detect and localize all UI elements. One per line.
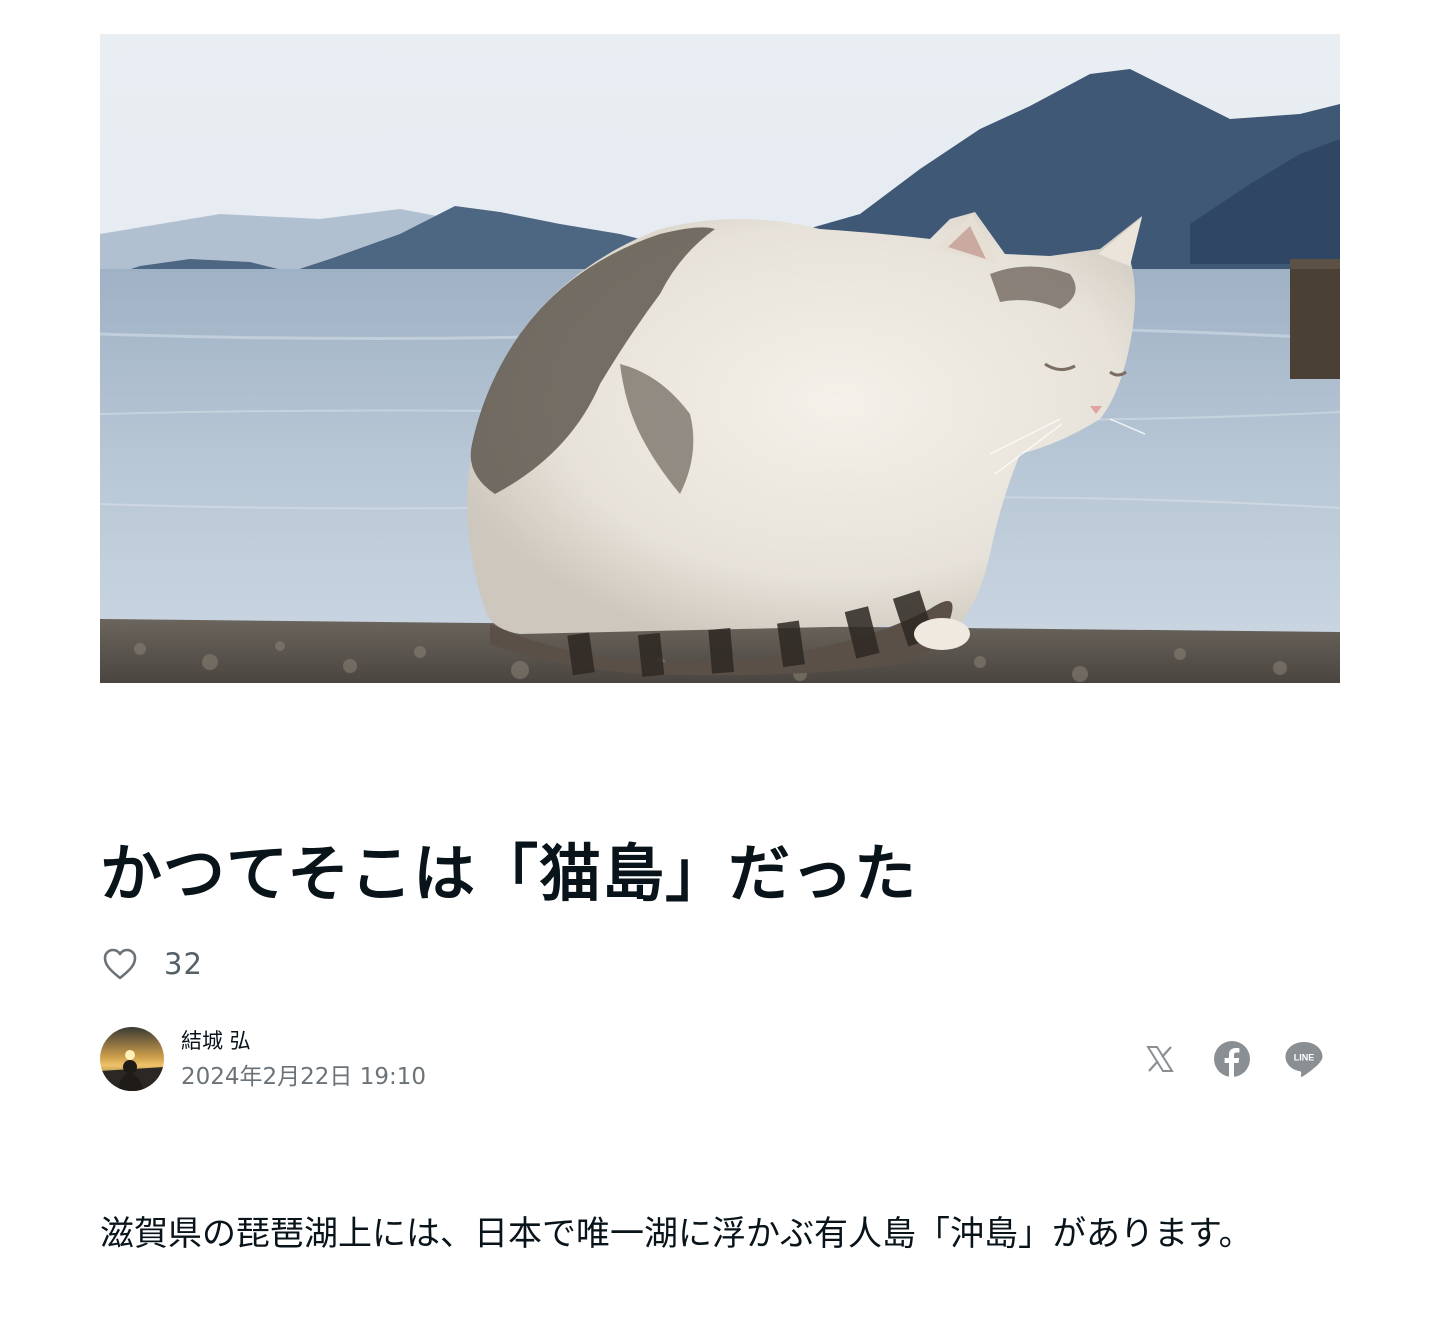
line-icon-label: LINE (1294, 1053, 1315, 1063)
article-lead-paragraph: 滋賀県の琵琶湖上には、日本で唯一湖に浮かぶ有人島「沖島」があります。 (100, 1214, 1253, 1254)
hero-image (100, 34, 1340, 683)
like-button[interactable] (100, 944, 140, 984)
line-icon: LINE (1285, 1042, 1323, 1077)
article-title: かつてそこは「猫島」だった (100, 837, 918, 910)
publish-date: 2024年2月22日 19:10 (181, 1064, 427, 1090)
author-block: 結城 弘 2024年2月22日 19:10 (100, 1026, 426, 1092)
x-share-button[interactable] (1138, 1037, 1182, 1081)
like-count: 32 (164, 947, 203, 981)
line-share-button[interactable]: LINE (1282, 1037, 1326, 1081)
author-name[interactable]: 結城 弘 (181, 1026, 426, 1056)
author-avatar[interactable] (100, 1027, 164, 1091)
x-logo-icon (1146, 1046, 1174, 1072)
facebook-share-button[interactable] (1210, 1037, 1254, 1081)
like-row: 32 (100, 943, 203, 985)
facebook-icon (1214, 1041, 1250, 1077)
author-meta: 結城 弘 2024年2月22日 19:10 (181, 1026, 426, 1092)
heart-icon (103, 948, 137, 980)
share-bar: LINE (1138, 1037, 1326, 1081)
cat-photo (100, 34, 1340, 683)
